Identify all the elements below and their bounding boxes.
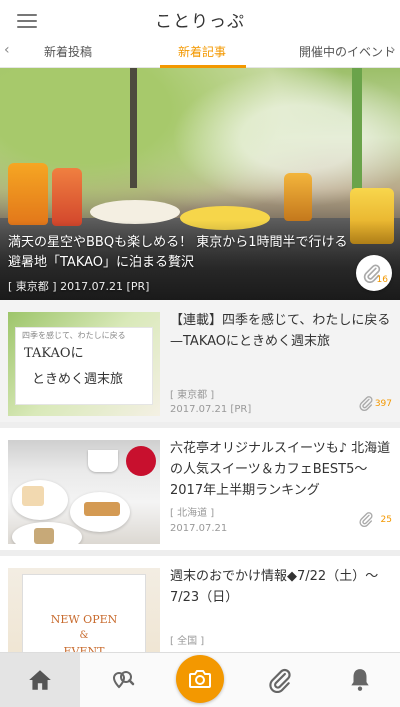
thumb-subtitle: 四季を感じて、わたしに戻る: [22, 331, 126, 340]
clip-button[interactable]: 25: [358, 511, 392, 527]
article-date: 2017.07.21 [PR]: [170, 404, 252, 415]
article-title[interactable]: 【連載】四季を感じて、わたしに戻る—TAKAOにときめく週末旅: [170, 310, 392, 352]
article-title[interactable]: 週末のおでかけ情報◆7/22（土）〜7/23（日）: [170, 566, 392, 608]
nav-notifications[interactable]: [320, 653, 400, 707]
home-icon: [29, 670, 51, 690]
app-header: ことりっぷ: [0, 0, 400, 38]
nav-home[interactable]: [0, 653, 80, 707]
article-title[interactable]: 六花亭オリジナルスイーツも♪ 北海道の人気スイーツ＆カフェBEST5〜2017年…: [170, 438, 392, 501]
article-region: [ 北海道 ]: [170, 508, 215, 519]
article-thumbnail: 四季を感じて、わたしに戻る TAKAOに ときめく週末旅: [8, 312, 160, 416]
clip-button[interactable]: 397: [358, 395, 392, 411]
search-location-icon: [112, 671, 135, 689]
article-thumbnail: [8, 440, 160, 544]
tab-ongoing-events[interactable]: 開催中のイベント: [299, 43, 395, 60]
list-item[interactable]: 六花亭オリジナルスイーツも♪ 北海道の人気スイーツ＆カフェBEST5〜2017年…: [0, 428, 400, 556]
clip-button[interactable]: 16: [356, 255, 392, 291]
nav-search-location[interactable]: [80, 653, 160, 707]
list-item[interactable]: 四季を感じて、わたしに戻る TAKAOに ときめく週末旅 【連載】四季を感じて、…: [0, 300, 400, 428]
paperclip-icon: [359, 396, 373, 411]
bell-icon: [351, 669, 369, 691]
clip-count: 397: [374, 399, 392, 409]
hero-title[interactable]: 満天の星空やBBQも楽しめる！ 東京から1時間半で行ける避暑地「TAKAO」に泊…: [8, 233, 348, 273]
thumb-heading-1: NEW OPEN: [50, 613, 118, 626]
clip-count: 25: [380, 515, 392, 525]
thumb-heading-2: ときめく週末旅: [32, 372, 124, 387]
paperclip-icon: [269, 668, 291, 693]
article-date: 2017.07.21: [170, 523, 228, 534]
thumb-heading-1: TAKAOに: [24, 346, 84, 361]
chevron-left-icon[interactable]: ‹: [4, 42, 10, 58]
nav-clips[interactable]: [240, 653, 320, 707]
tab-new-posts[interactable]: 新着投稿: [44, 43, 92, 60]
clip-count: 16: [376, 275, 388, 285]
featured-article[interactable]: 満天の星空やBBQも楽しめる！ 東京から1時間半で行ける避暑地「TAKAO」に泊…: [0, 68, 400, 300]
article-region: [ 東京都 ]: [170, 390, 215, 401]
paperclip-icon: [359, 512, 373, 527]
bottom-navigation: [0, 652, 400, 707]
nav-camera[interactable]: [176, 655, 224, 703]
app-logo: ことりっぷ: [155, 12, 245, 32]
thumb-heading-2: &: [79, 630, 89, 641]
tab-new-articles[interactable]: 新着記事: [178, 43, 226, 60]
camera-icon: [189, 670, 211, 688]
article-region: [ 全国 ]: [170, 636, 205, 647]
article-list: 四季を感じて、わたしに戻る TAKAOに ときめく週末旅 【連載】四季を感じて、…: [0, 300, 400, 684]
category-tabs: ‹ 新着投稿 新着記事 開催中のイベント ›: [0, 38, 400, 68]
chevron-right-icon[interactable]: ›: [390, 42, 396, 58]
hero-meta: [ 東京都 ] 2017.07.21 [PR]: [8, 280, 150, 293]
